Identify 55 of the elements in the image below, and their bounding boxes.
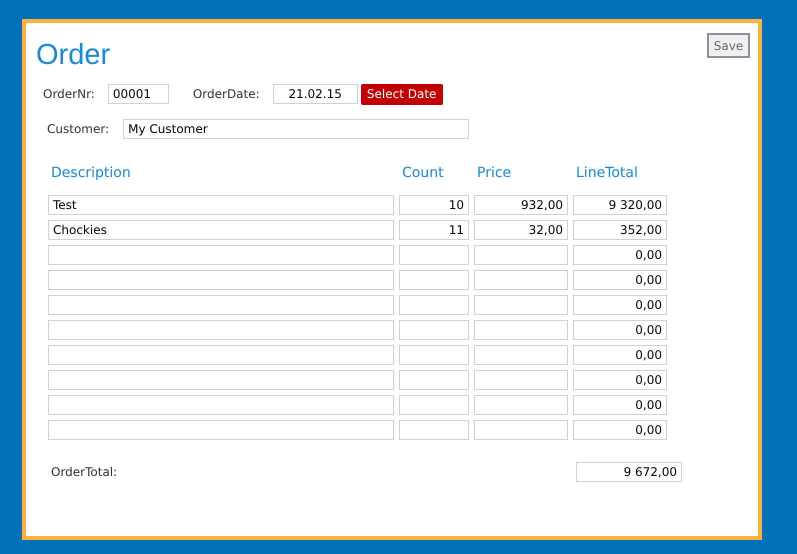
price-field[interactable] [474,395,568,415]
line-total-field[interactable]: 0,00 [573,295,667,315]
column-header: Count [401,165,445,183]
count-field[interactable] [399,270,469,290]
order-number-field[interactable]: 00001 [108,84,169,104]
description-field[interactable]: Chockies [48,220,394,240]
count-field[interactable] [399,245,469,265]
price-field[interactable] [474,295,568,315]
line-total-field[interactable]: 9 320,00 [573,195,667,215]
price-field[interactable] [474,320,568,340]
customer-field[interactable]: My Customer [123,119,470,139]
count-field[interactable]: 11 [399,220,469,240]
column-header: Description [50,165,132,183]
line-total-field[interactable]: 0,00 [573,370,667,390]
column-header: LineTotal [575,165,639,183]
price-field[interactable] [474,420,568,440]
order-date-field[interactable]: 21.02.15 [272,84,358,104]
line-total-field[interactable]: 0,00 [573,345,667,365]
count-field[interactable] [399,345,469,365]
save-button[interactable]: Save [707,33,750,58]
line-total-field[interactable]: 0,00 [573,395,667,415]
select-date-button[interactable]: Select Date [360,84,443,104]
order-total-field[interactable]: 9 672,00 [576,462,682,482]
field-label: OrderNr: [43,87,95,101]
count-field[interactable] [399,395,469,415]
line-total-field[interactable]: 0,00 [573,420,667,440]
count-field[interactable] [399,320,469,340]
description-field[interactable] [48,245,394,265]
column-header: Price [476,165,512,183]
price-field[interactable]: 32,00 [474,220,568,240]
line-total-field[interactable]: 0,00 [573,270,667,290]
description-field[interactable] [48,320,394,340]
price-field[interactable]: 932,00 [474,195,568,215]
page-title: Order [36,39,110,72]
line-total-field[interactable]: 0,00 [573,245,667,265]
description-field[interactable]: Test [48,195,394,215]
field-label: OrderTotal: [51,465,118,479]
count-field[interactable]: 10 [399,195,469,215]
price-field[interactable] [474,345,568,365]
count-field[interactable] [399,370,469,390]
description-field[interactable] [48,295,394,315]
description-field[interactable] [48,395,394,415]
price-field[interactable] [474,245,568,265]
count-field[interactable] [399,420,469,440]
price-field[interactable] [474,370,568,390]
description-field[interactable] [48,420,394,440]
description-field[interactable] [48,270,394,290]
price-field[interactable] [474,270,568,290]
description-field[interactable] [48,370,394,390]
field-label: Customer: [47,122,110,136]
field-label: OrderDate: [192,87,260,101]
description-field[interactable] [48,345,394,365]
line-total-field[interactable]: 352,00 [573,220,667,240]
line-total-field[interactable]: 0,00 [573,320,667,340]
count-field[interactable] [399,295,469,315]
